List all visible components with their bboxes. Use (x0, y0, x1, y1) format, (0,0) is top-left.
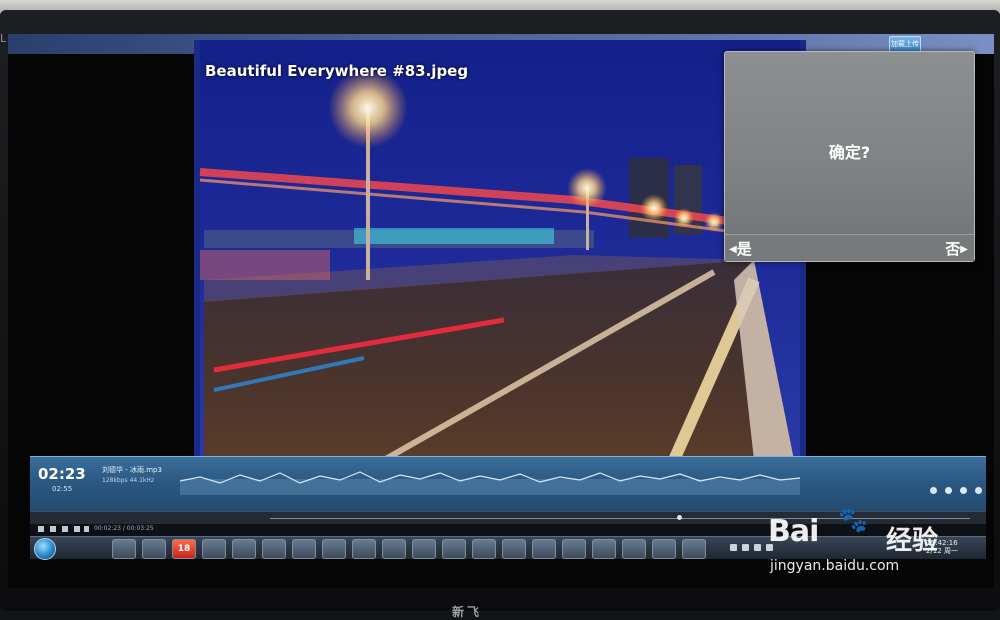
taskbar-app-16[interactable] (592, 539, 616, 559)
tray-icon-3[interactable] (754, 544, 761, 551)
media-play-icon[interactable] (62, 526, 68, 532)
player-current-time: 02:23 (38, 465, 86, 483)
dialog-yes-button[interactable]: ◀是 (729, 238, 752, 259)
control-time: 00:02:23 / 00:03:25 (94, 525, 154, 532)
confirm-dialog: 确定? ◀是 否▶ (724, 51, 975, 262)
taskbar-app-1[interactable] (112, 539, 136, 559)
player-window-controls (930, 479, 985, 498)
upload-button[interactable]: 加载上传 (889, 36, 921, 52)
start-orb-icon[interactable] (34, 538, 56, 560)
taskbar-app-6[interactable] (292, 539, 316, 559)
baidu-watermark: Bai 🐾 经验 jingyan.baidu.com (768, 506, 988, 586)
dialog-no-label: 否 (945, 240, 961, 258)
taskbar-app-19[interactable] (682, 539, 706, 559)
tray-icon-2[interactable] (742, 544, 749, 551)
taskbar-app-8[interactable] (352, 539, 376, 559)
taskbar-app-18[interactable] (652, 539, 676, 559)
audio-spectrum (180, 471, 800, 495)
tray-icon-1[interactable] (730, 544, 737, 551)
paw-icon: 🐾 (838, 506, 868, 534)
photo-title: Beautiful Everywhere #83.jpeg (205, 62, 469, 80)
taskbar-app-13[interactable] (502, 539, 526, 559)
dialog-yes-label: 是 (736, 240, 752, 258)
right-arrow-icon: ▶ (960, 244, 968, 255)
taskbar-app-12[interactable] (472, 539, 496, 559)
taskbar-app-10[interactable] (412, 539, 436, 559)
taskbar-app-7[interactable] (322, 539, 346, 559)
restore-icon[interactable] (945, 487, 953, 494)
dialog-button-bar: ◀是 否▶ (725, 234, 974, 261)
next-icon[interactable] (74, 526, 80, 532)
menu-icon[interactable] (975, 487, 983, 494)
taskbar-app-5[interactable] (262, 539, 286, 559)
close-icon[interactable] (960, 487, 968, 494)
player-duration: 02:55 (52, 485, 73, 493)
volume-icon[interactable] (84, 526, 89, 532)
media-player: 02:23 02:55 刘德华 - 冰雨.mp3 128kbps 44.1kHz (30, 456, 986, 511)
left-arrow-icon: ◀ (729, 244, 737, 255)
watermark-url: jingyan.baidu.com (770, 558, 900, 574)
taskbar-app-11[interactable] (442, 539, 466, 559)
player-track-title: 刘德华 - 冰雨.mp3 (102, 466, 162, 474)
taskbar-app-15[interactable] (562, 539, 586, 559)
watermark-brand: Bai (768, 514, 819, 549)
stop-icon[interactable] (38, 526, 44, 532)
prev-icon[interactable] (50, 526, 56, 532)
taskbar-app-14[interactable] (532, 539, 556, 559)
taskbar-app-17[interactable] (622, 539, 646, 559)
taskbar-app-folder[interactable] (202, 539, 226, 559)
minimize-icon[interactable] (930, 487, 937, 494)
monitor-stand-logo: 新飞 (452, 605, 483, 619)
photo-viewer[interactable]: Beautiful Everywhere #83.jpeg (194, 40, 806, 492)
taskbar-app-chrome[interactable] (232, 539, 256, 559)
dialog-message: 确定? (828, 143, 871, 162)
taskbar-app-badge[interactable]: 18 (172, 539, 196, 559)
player-track-info: 128kbps 44.1kHz (102, 477, 155, 484)
photo-image (194, 40, 806, 492)
seek-knob[interactable] (677, 515, 682, 520)
taskbar-app-9[interactable] (382, 539, 406, 559)
dialog-no-button[interactable]: 否▶ (945, 238, 968, 259)
taskbar-app-2[interactable] (142, 539, 166, 559)
watermark-suffix: 经验 (886, 526, 939, 556)
